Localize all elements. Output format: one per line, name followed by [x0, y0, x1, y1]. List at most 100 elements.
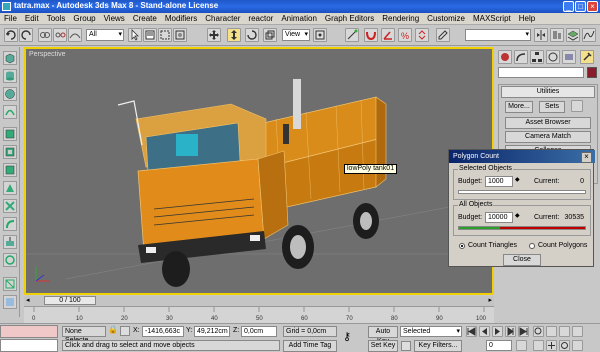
- selection-lock-icon[interactable]: 🔒: [108, 325, 118, 334]
- configure-button-sets-icon[interactable]: [571, 100, 583, 112]
- add-time-tag-button[interactable]: Add Time Tag: [283, 340, 337, 352]
- count-polygons-label[interactable]: Count Polygons: [538, 242, 587, 249]
- modifier-edit-mesh-icon[interactable]: [3, 277, 17, 291]
- perspective-viewport[interactable]: Perspective: [24, 47, 494, 295]
- object-color-swatch[interactable]: [587, 67, 597, 78]
- curve-editor-icon[interactable]: [582, 28, 596, 42]
- dialog-close-icon[interactable]: ×: [581, 152, 592, 163]
- object-name-field[interactable]: [498, 67, 584, 78]
- menu-help[interactable]: Help: [515, 13, 539, 25]
- create-box-icon[interactable]: [3, 51, 17, 65]
- create-systems-icon[interactable]: [3, 199, 17, 213]
- select-and-scale-icon[interactable]: [263, 28, 277, 42]
- pivot-point-icon[interactable]: [313, 28, 327, 42]
- all-budget-spinner[interactable]: ◆: [515, 212, 520, 219]
- count-triangles-radio[interactable]: [459, 243, 465, 249]
- selection-filter-dropdown[interactable]: All ▾: [86, 29, 124, 41]
- y-coordinate-field[interactable]: 49,212cm: [194, 326, 230, 337]
- redo-icon[interactable]: [19, 28, 33, 42]
- zoom-extents-all-icon[interactable]: [572, 326, 583, 337]
- field-of-view-icon[interactable]: [533, 340, 544, 351]
- count-polygons-radio[interactable]: [529, 243, 535, 249]
- current-frame-field[interactable]: 0: [486, 340, 512, 351]
- selected-budget-input[interactable]: 1000: [485, 176, 513, 187]
- menu-create[interactable]: Create: [129, 13, 161, 25]
- window-crossing-icon[interactable]: [173, 28, 187, 42]
- menu-group[interactable]: Group: [69, 13, 99, 25]
- default-in-out-tangent-icon[interactable]: [401, 341, 411, 351]
- time-slider-next-icon[interactable]: ▸: [488, 296, 492, 304]
- create-sphere-icon[interactable]: [3, 87, 17, 101]
- create-cylinder-icon[interactable]: [3, 69, 17, 83]
- truck-model[interactable]: [117, 79, 387, 287]
- camera-match-button[interactable]: Camera Match: [505, 131, 591, 143]
- bind-space-warp-icon[interactable]: [68, 28, 82, 42]
- set-key-mode-icon[interactable]: ⚷: [343, 330, 351, 343]
- menu-tools[interactable]: Tools: [43, 13, 70, 25]
- menu-animation[interactable]: Animation: [277, 13, 321, 25]
- key-mode-dropdown[interactable]: Selected ▾: [400, 326, 462, 337]
- z-coordinate-field[interactable]: 0,0cm: [241, 326, 277, 337]
- zoom-all-icon[interactable]: [546, 326, 557, 337]
- zoom-icon[interactable]: [533, 326, 544, 337]
- time-slider-handle[interactable]: 0 / 100: [44, 296, 96, 305]
- create-helper-icon[interactable]: [3, 163, 17, 177]
- menu-edit[interactable]: Edit: [21, 13, 43, 25]
- create-shape-icon[interactable]: [3, 105, 17, 119]
- modifier-extrude-icon[interactable]: [3, 235, 17, 249]
- menu-modifiers[interactable]: Modifiers: [161, 13, 201, 25]
- maximize-button[interactable]: □: [575, 1, 586, 12]
- named-selection-sets-dropdown[interactable]: ▾: [465, 29, 531, 41]
- menu-views[interactable]: Views: [100, 13, 129, 25]
- close-button[interactable]: ×: [587, 1, 598, 12]
- menu-maxscript[interactable]: MAXScript: [469, 13, 515, 25]
- asset-browser-button[interactable]: Asset Browser: [505, 117, 591, 129]
- time-slider-prev-icon[interactable]: ◂: [26, 296, 30, 304]
- key-filters-button[interactable]: Key Filters...: [414, 340, 462, 352]
- named-selection-edit-icon[interactable]: [436, 28, 450, 42]
- angle-snap-icon[interactable]: [381, 28, 395, 42]
- auto-key-button[interactable]: Auto Key: [368, 326, 398, 345]
- maxscript-listener-mini[interactable]: [0, 325, 58, 338]
- pan-view-icon[interactable]: [546, 340, 557, 351]
- count-triangles-label[interactable]: Count Triangles: [468, 242, 517, 249]
- dialog-close-button[interactable]: Close: [503, 254, 541, 266]
- more-button[interactable]: More...: [505, 101, 533, 113]
- create-camera-icon[interactable]: [3, 145, 17, 159]
- go-to-end-icon[interactable]: [518, 326, 529, 337]
- spinner-snap-icon[interactable]: [415, 28, 429, 42]
- create-light-icon[interactable]: [3, 127, 17, 141]
- layer-manager-icon[interactable]: [566, 28, 580, 42]
- viewport-label[interactable]: Perspective: [29, 51, 66, 58]
- zoom-extents-icon[interactable]: [559, 326, 570, 337]
- maxscript-input[interactable]: [0, 339, 58, 352]
- utilities-tab-icon[interactable]: [580, 50, 594, 64]
- set-key-button[interactable]: Set Key: [368, 340, 398, 352]
- arc-rotate-icon[interactable]: [559, 340, 570, 351]
- select-by-name-icon[interactable]: [143, 28, 157, 42]
- undo-icon[interactable]: [4, 28, 18, 42]
- modify-tab-icon[interactable]: [514, 50, 528, 64]
- sets-button[interactable]: Sets: [539, 101, 565, 113]
- create-tab-icon[interactable]: [498, 50, 512, 64]
- time-slider-track[interactable]: 0 / 100 ◂ ▸: [24, 296, 494, 306]
- menu-file[interactable]: File: [0, 13, 21, 25]
- menu-customize[interactable]: Customize: [423, 13, 469, 25]
- play-icon[interactable]: [492, 326, 503, 337]
- create-spacewarp-icon[interactable]: [3, 181, 17, 195]
- hierarchy-tab-icon[interactable]: [530, 50, 544, 64]
- select-and-manipulate-icon[interactable]: [345, 28, 359, 42]
- percent-snap-icon[interactable]: %: [398, 28, 412, 42]
- absolute-relative-toggle-icon[interactable]: [120, 326, 130, 336]
- maximize-viewport-icon[interactable]: [572, 340, 583, 351]
- next-frame-icon[interactable]: [505, 326, 516, 337]
- motion-tab-icon[interactable]: [546, 50, 560, 64]
- select-object-icon[interactable]: [128, 28, 142, 42]
- menu-character[interactable]: Character: [201, 13, 244, 25]
- go-to-start-icon[interactable]: [466, 326, 477, 337]
- move-active-icon[interactable]: [227, 28, 241, 42]
- menu-graph-editors[interactable]: Graph Editors: [321, 13, 378, 25]
- snap-toggle-icon[interactable]: [364, 28, 378, 42]
- menu-reactor[interactable]: reactor: [244, 13, 277, 25]
- select-and-move-icon[interactable]: [207, 28, 221, 42]
